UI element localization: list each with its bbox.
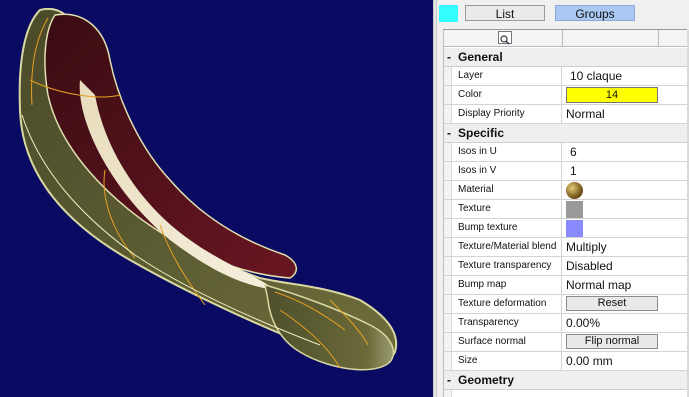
prop-label: Isos in U	[458, 143, 562, 161]
current-color-swatch[interactable]	[439, 5, 458, 22]
prop-label: Color	[458, 86, 562, 104]
group-title: Geometry	[458, 373, 515, 387]
prop-label: Size	[458, 352, 562, 370]
row-isos-v[interactable]: Isos in V 1	[444, 162, 687, 181]
group-specific[interactable]: - Specific	[444, 124, 687, 143]
reset-button[interactable]: Reset	[566, 296, 658, 311]
collapse-icon[interactable]: -	[447, 48, 451, 66]
row-display-priority[interactable]: Display Priority Normal	[444, 105, 687, 124]
texture-transparency-value[interactable]: Disabled	[566, 257, 684, 275]
display-priority-value[interactable]: Normal	[566, 105, 684, 123]
collapse-icon[interactable]: -	[447, 124, 451, 142]
texture-swatch[interactable]	[566, 201, 583, 218]
row-bump-map[interactable]: Bump map Normal map	[444, 276, 687, 295]
grid-header	[444, 30, 687, 47]
shoe-model[interactable]	[0, 0, 433, 397]
row-size[interactable]: Size 0.00 mm	[444, 352, 687, 371]
bump-map-value[interactable]: Normal map	[566, 276, 684, 294]
prop-label: Display Priority	[458, 105, 562, 123]
material-sphere-icon[interactable]	[566, 182, 583, 199]
group-general[interactable]: - General	[444, 48, 687, 67]
group-title: Specific	[458, 126, 505, 140]
prop-label: Layer	[458, 67, 562, 85]
size-value[interactable]: 0.00 mm	[566, 352, 684, 370]
row-transparency[interactable]: Transparency 0.00%	[444, 314, 687, 333]
row-texture[interactable]: Texture	[444, 200, 687, 219]
tab-groups[interactable]: Groups	[555, 5, 635, 21]
layer-value[interactable]: 10 claque	[566, 67, 688, 85]
row-texture-transparency[interactable]: Texture transparency Disabled	[444, 257, 687, 276]
row-color[interactable]: Color 14	[444, 86, 687, 105]
magnifier-icon[interactable]	[498, 31, 512, 45]
collapse-icon[interactable]: -	[447, 371, 451, 389]
group-title: General	[458, 50, 503, 64]
row-bump-texture[interactable]: Bump texture	[444, 219, 687, 238]
prop-label: Bump map	[458, 276, 562, 294]
prop-label: Material	[458, 181, 562, 199]
prop-label: Texture	[458, 200, 562, 218]
row-material[interactable]: Material	[444, 181, 687, 200]
isos-v-value[interactable]: 1	[566, 162, 688, 180]
row-surface-normal[interactable]: Surface normal Flip normal	[444, 333, 687, 352]
row-partial	[444, 390, 687, 397]
group-geometry[interactable]: - Geometry	[444, 371, 687, 390]
row-isos-u[interactable]: Isos in U 6	[444, 143, 687, 162]
color-value[interactable]: 14	[566, 87, 658, 103]
row-texture-deformation[interactable]: Texture deformation Reset	[444, 295, 687, 314]
bump-texture-swatch[interactable]	[566, 220, 583, 237]
row-layer[interactable]: Layer 10 claque	[444, 67, 687, 86]
tab-list[interactable]: List	[465, 5, 545, 21]
row-texture-material-blend[interactable]: Texture/Material blend Multiply	[444, 238, 687, 257]
prop-label: Texture deformation	[458, 295, 562, 313]
transparency-value[interactable]: 0.00%	[566, 314, 684, 332]
prop-label: Bump texture	[458, 219, 562, 237]
prop-label: Texture transparency	[458, 257, 562, 275]
prop-label: Isos in V	[458, 162, 562, 180]
3d-viewport[interactable]	[0, 0, 433, 397]
blend-value[interactable]: Multiply	[566, 238, 684, 256]
prop-label: Surface normal	[458, 333, 562, 351]
isos-u-value[interactable]: 6	[566, 143, 688, 161]
flip-normal-button[interactable]: Flip normal	[566, 334, 658, 349]
prop-label: Transparency	[458, 314, 562, 332]
prop-label: Texture/Material blend	[458, 238, 562, 256]
